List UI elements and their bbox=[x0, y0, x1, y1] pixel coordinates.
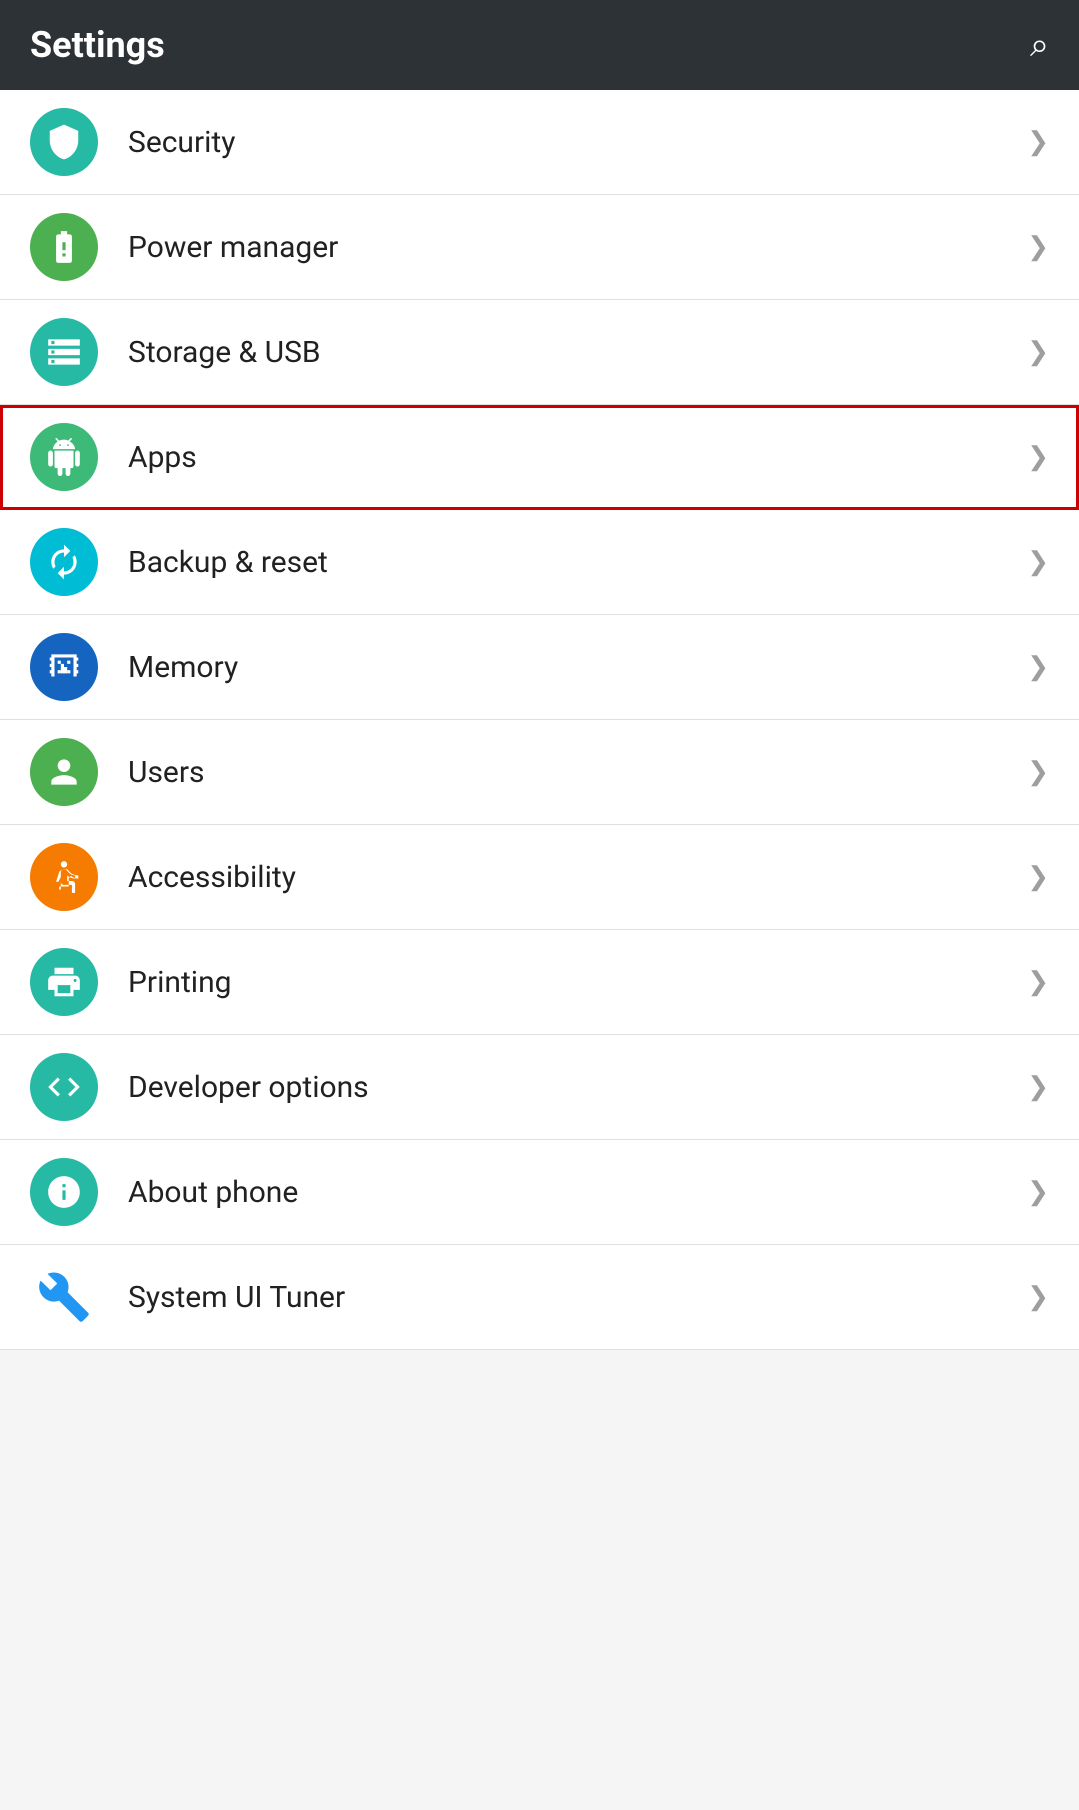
apps-label: Apps bbox=[128, 440, 1027, 475]
settings-item-developer-options[interactable]: Developer options ❯ bbox=[0, 1035, 1079, 1140]
power-manager-label: Power manager bbox=[128, 230, 1027, 265]
settings-item-system-ui-tuner[interactable]: System UI Tuner ❯ bbox=[0, 1245, 1079, 1350]
settings-list: Security ❯ Power manager ❯ Storage & USB… bbox=[0, 90, 1079, 1350]
system-ui-tuner-chevron: ❯ bbox=[1027, 1282, 1049, 1312]
settings-header: Settings ⌕ bbox=[0, 0, 1079, 90]
settings-item-printing[interactable]: Printing ❯ bbox=[0, 930, 1079, 1035]
users-icon bbox=[30, 738, 98, 806]
settings-item-power-manager[interactable]: Power manager ❯ bbox=[0, 195, 1079, 300]
memory-chevron: ❯ bbox=[1027, 652, 1049, 682]
storage-icon bbox=[30, 318, 98, 386]
security-icon bbox=[30, 108, 98, 176]
page-title: Settings bbox=[30, 24, 165, 66]
settings-item-backup-reset[interactable]: Backup & reset ❯ bbox=[0, 510, 1079, 615]
power-manager-chevron: ❯ bbox=[1027, 232, 1049, 262]
memory-label: Memory bbox=[128, 650, 1027, 685]
security-chevron: ❯ bbox=[1027, 127, 1049, 157]
apps-icon bbox=[30, 423, 98, 491]
developer-options-label: Developer options bbox=[128, 1070, 1027, 1105]
users-chevron: ❯ bbox=[1027, 757, 1049, 787]
storage-chevron: ❯ bbox=[1027, 337, 1049, 367]
power-manager-icon bbox=[30, 213, 98, 281]
developer-options-chevron: ❯ bbox=[1027, 1072, 1049, 1102]
settings-item-security[interactable]: Security ❯ bbox=[0, 90, 1079, 195]
about-phone-icon bbox=[30, 1158, 98, 1226]
search-icon[interactable]: ⌕ bbox=[1030, 25, 1049, 65]
settings-item-memory[interactable]: Memory ❯ bbox=[0, 615, 1079, 720]
about-phone-label: About phone bbox=[128, 1175, 1027, 1210]
printing-label: Printing bbox=[128, 965, 1027, 1000]
printing-icon bbox=[30, 948, 98, 1016]
settings-item-apps[interactable]: Apps ❯ bbox=[0, 405, 1079, 510]
system-ui-tuner-icon bbox=[30, 1263, 98, 1331]
developer-options-icon bbox=[30, 1053, 98, 1121]
about-phone-chevron: ❯ bbox=[1027, 1177, 1049, 1207]
settings-item-storage-usb[interactable]: Storage & USB ❯ bbox=[0, 300, 1079, 405]
settings-item-users[interactable]: Users ❯ bbox=[0, 720, 1079, 825]
storage-label: Storage & USB bbox=[128, 335, 1027, 370]
printing-chevron: ❯ bbox=[1027, 967, 1049, 997]
backup-chevron: ❯ bbox=[1027, 547, 1049, 577]
users-label: Users bbox=[128, 755, 1027, 790]
accessibility-icon bbox=[30, 843, 98, 911]
memory-icon bbox=[30, 633, 98, 701]
system-ui-tuner-label: System UI Tuner bbox=[128, 1280, 1027, 1315]
apps-chevron: ❯ bbox=[1027, 442, 1049, 472]
settings-item-accessibility[interactable]: Accessibility ❯ bbox=[0, 825, 1079, 930]
accessibility-chevron: ❯ bbox=[1027, 862, 1049, 892]
settings-item-about-phone[interactable]: About phone ❯ bbox=[0, 1140, 1079, 1245]
backup-label: Backup & reset bbox=[128, 545, 1027, 580]
backup-icon bbox=[30, 528, 98, 596]
security-label: Security bbox=[128, 125, 1027, 160]
accessibility-label: Accessibility bbox=[128, 860, 1027, 895]
